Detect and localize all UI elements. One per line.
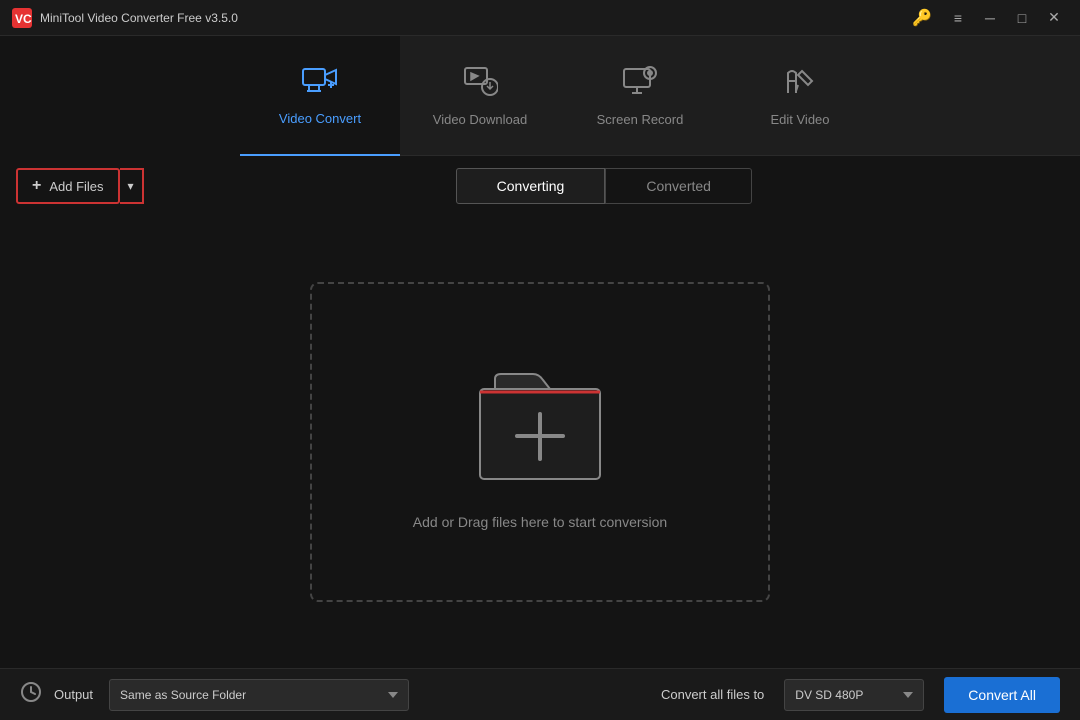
add-files-button[interactable]: + Add Files (16, 168, 120, 204)
minimize-button[interactable]: ─ (976, 4, 1004, 32)
video-convert-icon (302, 64, 338, 103)
sub-tab-converting[interactable]: Converting (456, 168, 606, 204)
sub-tabs-bar: + Add Files ▾ Converting Converted (0, 156, 1080, 216)
content-area: + Add Files ▾ Converting Converted (0, 156, 1080, 668)
add-files-dropdown-button[interactable]: ▾ (120, 168, 144, 204)
svg-text:VC: VC (15, 12, 32, 26)
nav-tabs: Video Convert Video Download Screen Reco… (0, 36, 1080, 156)
bottom-bar: Output Same as Source Folder Convert all… (0, 668, 1080, 720)
dropdown-arrow-icon: ▾ (128, 179, 134, 193)
nav-left-space (0, 36, 240, 156)
window-controls: 🔑 ≡ ─ □ ✕ (912, 4, 1068, 32)
edit-video-icon (782, 65, 818, 104)
output-clock-icon (20, 681, 42, 709)
sub-tab-group: Converting Converted (456, 168, 752, 204)
drop-zone-container: Add or Drag files here to start conversi… (0, 216, 1080, 668)
tab-video-convert[interactable]: Video Convert (240, 36, 400, 156)
tab-video-download[interactable]: Video Download (400, 36, 560, 156)
add-files-plus-icon: + (32, 177, 41, 195)
format-select[interactable]: DV SD 480P (784, 679, 924, 711)
close-button[interactable]: ✕ (1040, 4, 1068, 32)
app-title: MiniTool Video Converter Free v3.5.0 (40, 11, 238, 25)
title-left: VC MiniTool Video Converter Free v3.5.0 (12, 8, 238, 28)
title-bar: VC MiniTool Video Converter Free v3.5.0 … (0, 0, 1080, 36)
tab-screen-record[interactable]: Screen Record (560, 36, 720, 156)
tab-edit-video-label: Edit Video (770, 112, 829, 127)
output-path-select[interactable]: Same as Source Folder (109, 679, 409, 711)
screen-record-icon (622, 65, 658, 104)
restore-button[interactable]: □ (1008, 4, 1036, 32)
drop-zone-text: Add or Drag files here to start conversi… (413, 514, 667, 530)
tab-screen-record-label: Screen Record (597, 112, 684, 127)
key-icon: 🔑 (912, 8, 932, 28)
app-logo-icon: VC (12, 8, 32, 28)
tab-video-download-label: Video Download (433, 112, 527, 127)
video-download-icon (462, 65, 498, 104)
sub-tab-converted[interactable]: Converted (605, 168, 752, 204)
add-files-label: Add Files (49, 179, 103, 194)
tab-video-convert-label: Video Convert (279, 111, 361, 126)
output-label: Output (54, 687, 93, 702)
convert-all-button[interactable]: Convert All (944, 677, 1060, 713)
folder-icon (455, 354, 625, 494)
tab-edit-video[interactable]: Edit Video (720, 36, 880, 156)
drop-zone[interactable]: Add or Drag files here to start conversi… (310, 282, 770, 602)
convert-all-to-label: Convert all files to (661, 687, 764, 702)
hamburger-button[interactable]: ≡ (944, 4, 972, 32)
